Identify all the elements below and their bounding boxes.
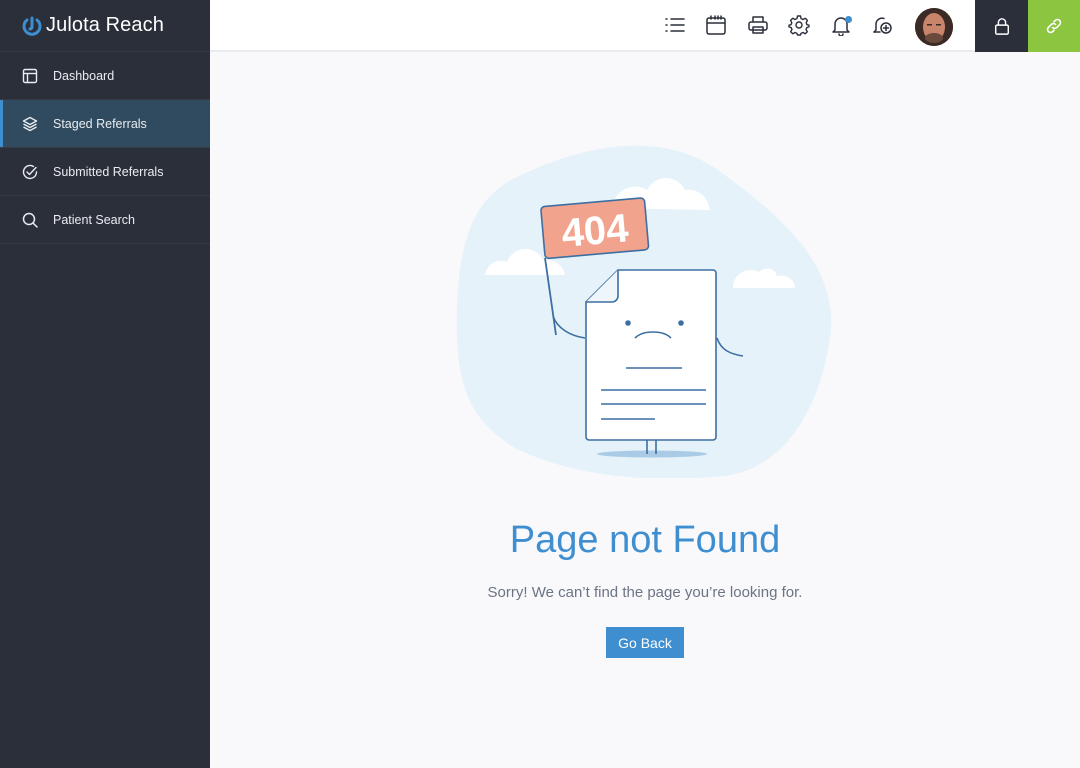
sidebar: Julota Reach Dashboard Staged Referrals … <box>0 0 210 768</box>
sidebar-item-label: Dashboard <box>53 68 115 83</box>
sidebar-item-label: Submitted Referrals <box>53 164 164 179</box>
lock-icon <box>994 18 1009 35</box>
add-notification-icon[interactable] <box>871 14 893 36</box>
404-flag: 404 <box>540 197 650 260</box>
sidebar-item-patient-search[interactable]: Patient Search <box>0 196 210 244</box>
bell-icon[interactable] <box>830 14 852 37</box>
app-name: Julota Reach <box>46 14 164 36</box>
flag-text: 404 <box>560 206 631 256</box>
julota-logo-icon <box>22 16 42 36</box>
link-icon <box>1046 18 1062 34</box>
error-message: Sorry! We can’t find the page you’re loo… <box>487 584 803 601</box>
layout-icon <box>22 68 38 84</box>
page-title: Page not Found <box>509 519 781 561</box>
404-illustration: 404 <box>456 145 832 478</box>
search-icon <box>22 212 38 228</box>
link-button[interactable] <box>1028 0 1080 52</box>
go-back-button[interactable]: Go Back <box>606 627 684 658</box>
sidebar-item-label: Patient Search <box>53 212 135 227</box>
document-shadow <box>597 450 707 458</box>
notification-dot <box>845 16 852 23</box>
sidebar-item-submitted-referrals[interactable]: Submitted Referrals <box>0 148 210 196</box>
lock-button[interactable] <box>975 0 1028 52</box>
top-bar <box>210 0 1080 52</box>
calendar-icon[interactable] <box>705 14 727 36</box>
main-content: 404 Page not Found Sorry! We can’t find … <box>210 54 1080 768</box>
check-circle-icon <box>22 164 38 180</box>
user-avatar[interactable] <box>915 8 953 46</box>
brand[interactable]: Julota Reach <box>0 0 210 52</box>
sidebar-item-dashboard[interactable]: Dashboard <box>0 52 210 100</box>
sidebar-item-staged-referrals[interactable]: Staged Referrals <box>0 100 210 148</box>
sidebar-item-label: Staged Referrals <box>53 116 147 131</box>
printer-icon[interactable] <box>747 14 769 36</box>
layers-icon <box>22 116 38 132</box>
list-icon[interactable] <box>664 14 686 36</box>
gear-icon[interactable] <box>788 14 810 36</box>
